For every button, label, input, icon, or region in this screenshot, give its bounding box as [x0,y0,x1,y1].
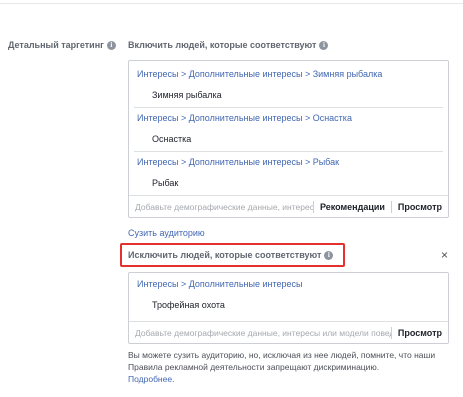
include-title: Включить людей, которые соответствуют i [128,40,329,51]
info-icon[interactable]: i [106,41,116,51]
exclude-title: Исключить людей, которые соответствуют i [128,250,334,261]
include-search-row: Рекомендации Просмотр [129,195,448,217]
top-divider [0,0,463,4]
include-group-path[interactable]: Интересы > Дополнительные интересы > Рыб… [129,152,448,173]
browse-button[interactable]: Просмотр [392,328,448,338]
exclude-search-row: Просмотр [129,321,448,343]
learn-more-link[interactable]: Подробнее. [128,374,174,384]
info-icon[interactable]: i [324,251,334,261]
discrimination-note: Вы можете сузить аудиторию, но, исключая… [128,350,436,384]
exclude-box: Интересы > Дополнительные интересы Трофе… [128,272,449,344]
include-box: Интересы > Дополнительные интересы > Зим… [128,60,449,218]
detailed-targeting-label: Детальный таргетинг i [8,40,116,51]
include-group-path[interactable]: Интересы > Дополнительные интересы > Зим… [129,64,448,85]
browse-button[interactable]: Просмотр [392,202,448,212]
include-search-input[interactable] [129,196,313,217]
exclude-selected-item[interactable]: Трофейная охота [129,295,448,317]
include-selected-item[interactable]: Зимняя рыбалка [129,85,448,107]
exclude-group-path[interactable]: Интересы > Дополнительные интересы [129,274,448,295]
narrow-audience-link[interactable]: Сузить аудиторию [128,228,205,238]
include-selected-item[interactable]: Оснастка [129,129,448,151]
include-selected-item[interactable]: Рыбак [129,173,448,195]
info-icon[interactable]: i [319,41,329,51]
close-icon[interactable]: × [441,249,448,261]
include-group-path[interactable]: Интересы > Дополнительные интересы > Осн… [129,108,448,129]
exclude-search-input[interactable] [129,322,391,343]
recommendations-button[interactable]: Рекомендации [314,202,391,212]
